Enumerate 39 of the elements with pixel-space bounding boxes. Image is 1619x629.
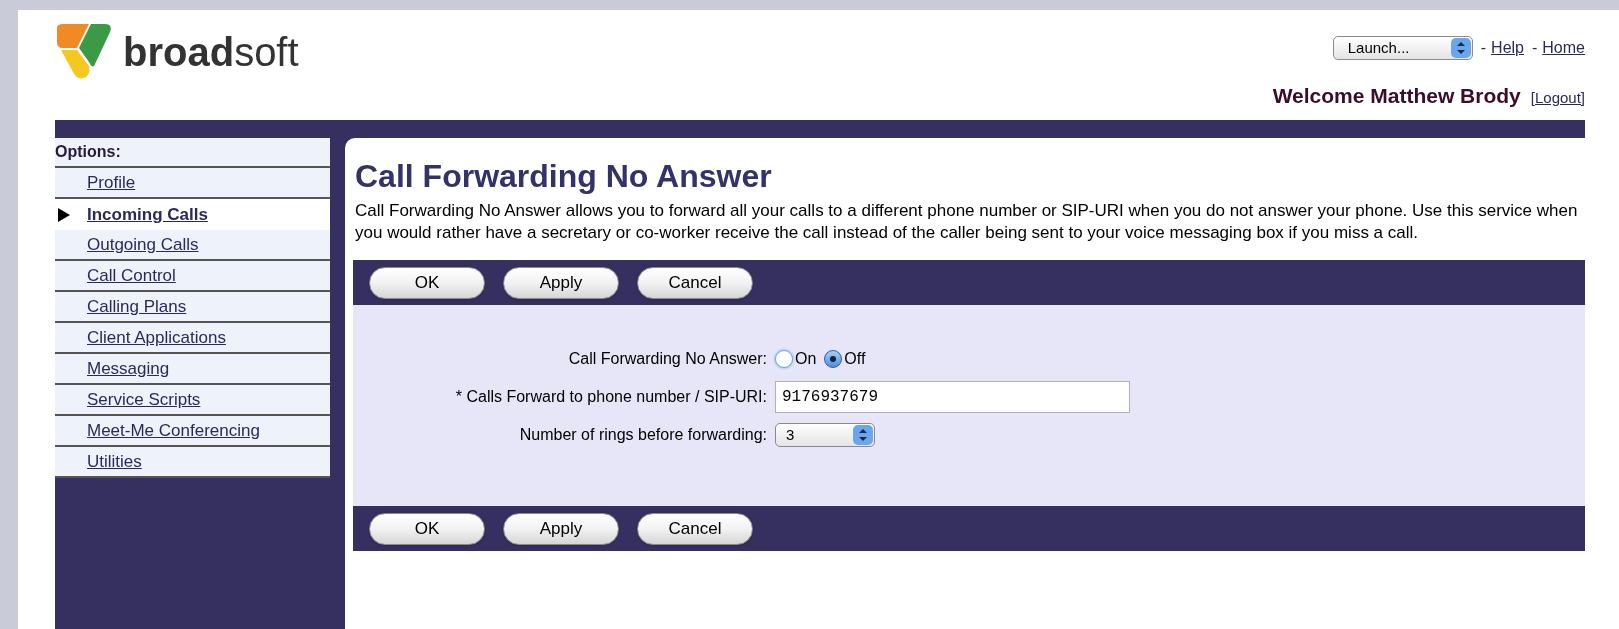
page-description: Call Forwarding No Answer allows you to forward all your calls to a different phone number or SIP-URI when you do not answer your phone. Use this service when you would rather have a secretary or co-worker receive the call instead of the caller being sent to your voice messaging box if you miss a call. <box>354 200 1579 244</box>
form-button[interactable]: Apply <box>503 512 619 545</box>
field-label: Number of rings before forwarding: <box>519 425 767 445</box>
radio-button[interactable] <box>775 350 793 368</box>
field-label: Call Forwarding No Answer: <box>568 349 767 369</box>
radio-label: Off <box>844 349 866 369</box>
form-button[interactable]: OK <box>369 512 485 545</box>
radio-label: On <box>795 349 817 369</box>
rings-select[interactable]: 3 <box>775 423 875 447</box>
separator-text: - <box>1532 38 1538 58</box>
sidebar-item[interactable]: Utilities <box>55 447 330 478</box>
logout-link[interactable]: [Logout] <box>1530 87 1585 110</box>
form-button[interactable]: OK <box>369 266 485 299</box>
sidebar-item[interactable]: Service Scripts <box>55 385 330 416</box>
form-button[interactable]: Cancel <box>637 266 753 299</box>
options-heading: Options: <box>55 142 121 162</box>
field-label: * Calls Forward to phone number / SIP-URI: <box>455 387 767 407</box>
logo-text: broadsoft <box>123 29 299 76</box>
form-button[interactable]: Cancel <box>637 512 753 545</box>
sidebar-item[interactable]: Incoming Calls <box>55 199 330 230</box>
sidebar-item[interactable]: Calling Plans <box>55 292 330 323</box>
form-button[interactable]: Apply <box>503 266 619 299</box>
radio-button[interactable] <box>824 350 843 368</box>
phone-number-field[interactable]: 9176937679 <box>775 381 1130 413</box>
logo-icon <box>55 24 113 80</box>
pointer-icon <box>58 207 70 222</box>
sidebar-item[interactable]: Outgoing Calls <box>55 230 330 261</box>
header-link[interactable]: Home <box>1542 36 1585 60</box>
sidebar-item[interactable]: Client Applications <box>55 323 330 354</box>
sidebar-item[interactable]: Messaging <box>55 354 330 385</box>
sidebar-item[interactable]: Meet-Me Conferencing <box>55 416 330 447</box>
launch-select[interactable]: Launch... <box>1332 36 1473 60</box>
welcome-text: Welcome Matthew Brody <box>1272 83 1521 109</box>
header-link[interactable]: Help <box>1491 36 1524 60</box>
stepper-icon <box>853 425 873 445</box>
page-title: Call Forwarding No Answer <box>354 158 773 194</box>
sidebar-item[interactable]: Call Control <box>55 261 330 292</box>
separator-text: - <box>1480 38 1487 58</box>
stepper-icon <box>1450 38 1471 58</box>
